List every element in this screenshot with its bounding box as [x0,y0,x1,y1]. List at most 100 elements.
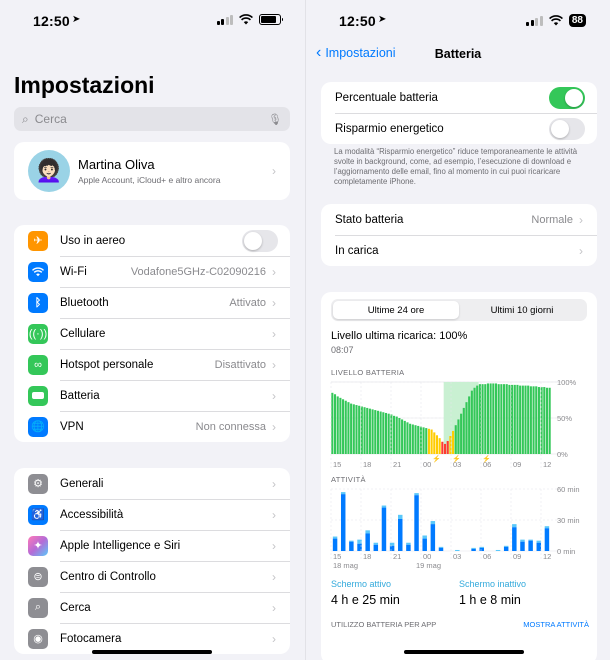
y-tick-label: 100% [557,378,577,387]
search-field[interactable]: ⌕ Cerca 🎙 [14,107,290,131]
airplane-mode-toggle[interactable] [242,229,278,252]
battery-level-bar [333,394,337,454]
row-general[interactable]: ⚙ Generali › [14,468,290,499]
row-hotspot[interactable]: ∞ Hotspot personale Disattivato › [14,349,290,380]
last-charge-level: Livello ultima ricarica: 100% [331,330,468,342]
inactive-screen-bar [479,546,484,548]
active-screen-bar [528,540,533,551]
microphone-icon[interactable]: 🎙 [268,113,282,126]
activity-chart-title: ATTIVITÀ [331,475,366,484]
battery-level-bar [403,420,406,454]
row-search[interactable]: ⌕ Cerca › [14,592,290,623]
row-control-center[interactable]: ⊜ Centro di Controllo › [14,561,290,592]
row-label: Apple Intelligence e Siri [60,539,181,552]
battery-level-bar [435,435,439,454]
battery-level-bar [454,425,457,454]
row-wifi[interactable]: Wi-Fi Vodafone5GHz-C02090216 › [14,256,290,287]
date-label: 18 mag [333,561,358,570]
chevron-right-icon: › [272,600,276,615]
battery-level-bar [494,383,498,454]
row-accessibility[interactable]: ♿ Accessibilità › [14,499,290,530]
inactive-screen-bar [406,542,411,545]
active-screen-bar [389,545,395,551]
row-label: Fotocamera [60,632,122,645]
row-cellular[interactable]: ((·)) Cellulare › [14,318,290,349]
row-low-power-mode[interactable]: Risparmio energetico [321,113,597,144]
battery-level-bar [478,384,481,454]
battery-percentage-toggle[interactable] [549,86,585,109]
charging-bolt-icon: ⚡ [432,454,441,463]
row-battery[interactable]: Batteria › [14,380,290,411]
active-screen-bar [365,533,370,551]
battery-usage-card: Ultime 24 ore Ultimi 10 giorni Livello u… [321,292,597,660]
show-activity-link[interactable]: MOSTRA ATTIVITÀ [523,620,589,629]
active-screen-bar [332,538,338,551]
search-placeholder: Cerca [34,112,67,126]
y-tick-label: 60 min [557,485,580,494]
location-arrow-icon: ➤ [378,14,387,25]
row-vpn[interactable]: 🌐 VPN Non connessa › [14,411,290,442]
row-airplane-mode[interactable]: ✈ Uso in aereo [14,225,290,256]
chevron-right-icon: › [272,631,276,646]
inactive-screen-bar [365,530,370,534]
inactive-screen-bar [503,545,509,547]
home-indicator[interactable] [92,650,212,654]
battery-level-bar [393,415,396,454]
account-card[interactable]: 👩🏻‍🦱 Martina Oliva Apple Account, iCloud… [14,142,290,200]
inactive-screen-bar [455,549,460,551]
battery-level-bar [376,410,379,454]
chevron-right-icon: › [272,164,276,178]
row-battery-percentage[interactable]: Percentuale batteria [321,82,597,113]
camera-icon: ◉ [28,628,48,649]
battery-level-bar [331,392,334,454]
battery-level-bar [336,396,339,454]
charging-bolt-icon: ⚡ [452,454,461,463]
wifi-icon [28,261,48,282]
battery-level-bar [425,428,428,454]
airplane-icon: ✈ [28,230,48,251]
active-screen-bar [430,524,436,551]
chevron-right-icon: › [272,388,276,403]
chevron-right-icon: › [272,538,276,553]
magnifier-icon: ⌕ [22,111,29,126]
segment-last-10-days[interactable]: Ultimi 10 giorni [459,301,585,319]
row-bluetooth[interactable]: ᛒ Bluetooth Attivato › [14,287,290,318]
segment-last-24h[interactable]: Ultime 24 ore [333,301,459,319]
row-siri[interactable]: ✦ Apple Intelligence e Siri › [14,530,290,561]
battery-level-bar [548,387,551,454]
inactive-screen-bar [438,546,444,548]
chevron-right-icon: › [272,264,276,279]
status-bar: 12:50 ➤ 88 [306,0,610,40]
location-arrow-icon: ➤ [72,14,81,25]
row-label: Wi-Fi [60,265,87,278]
x-tick-label: 18 [363,552,371,561]
screen-active-value: 4 h e 25 min [331,593,400,607]
battery-level-bar [411,424,414,454]
x-tick-label: 00 [423,460,431,469]
row-battery-health[interactable]: Stato batteria Normale › [321,204,597,235]
inactive-screen-bar [520,539,525,542]
row-label: Risparmio energetico [335,122,444,135]
battery-level-bar [513,384,516,454]
battery-level-bar [452,430,455,454]
y-tick-label: 0 min [557,547,575,556]
page-title: Impostazioni [14,72,155,98]
battery-toggles-group: Percentuale batteria Risparmio energetic… [321,82,597,144]
low-power-toggle[interactable] [549,117,585,140]
row-charging[interactable]: In carica › [321,235,597,266]
x-tick-label: 21 [393,552,401,561]
battery-level-bar [414,425,417,454]
battery-level-bar [543,387,546,454]
x-tick-label: 03 [453,552,461,561]
battery-level-bar [521,385,524,454]
battery-level-bar [384,412,388,454]
clock: 12:50 [339,13,376,29]
battery-level-bar [417,425,420,454]
x-tick-label: 00 [423,552,431,561]
battery-level-bar [484,384,487,454]
home-indicator[interactable] [404,650,524,654]
account-name: Martina Oliva [78,157,155,172]
battery-level-bar [516,384,519,454]
period-segmented-control[interactable]: Ultime 24 ore Ultimi 10 giorni [331,299,587,321]
row-value: Non connessa [195,420,266,433]
